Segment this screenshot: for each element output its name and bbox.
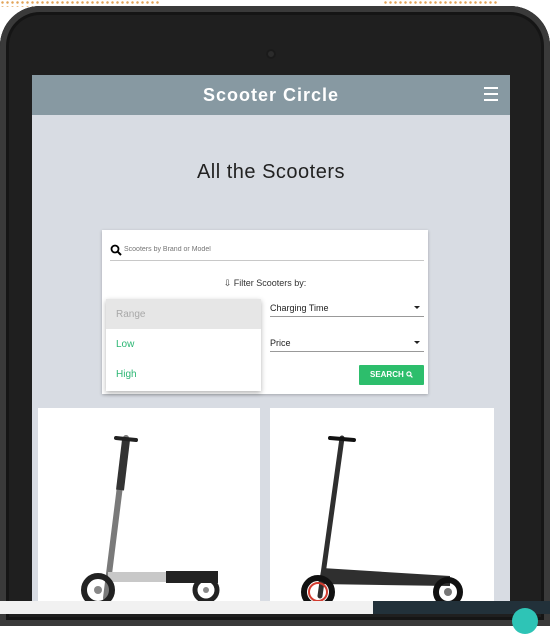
navbar: Scooter Circle bbox=[32, 75, 510, 115]
search-icon bbox=[406, 371, 413, 378]
search-button[interactable]: SEARCH bbox=[359, 365, 424, 385]
price-label: Price bbox=[270, 338, 291, 348]
scooter-image bbox=[301, 435, 463, 609]
search-input[interactable] bbox=[124, 246, 414, 253]
scooter-card[interactable] bbox=[270, 408, 494, 614]
page-title: All the Scooters bbox=[196, 161, 346, 183]
app-screen: Scooter Circle All the Scooters ⇩ Filter… bbox=[32, 75, 510, 614]
chevron-down-icon bbox=[414, 306, 420, 309]
chevron-down-icon bbox=[414, 341, 420, 344]
camera-icon bbox=[266, 49, 276, 59]
search-button-label: SEARCH bbox=[369, 370, 404, 379]
range-option-high[interactable]: High bbox=[116, 369, 137, 380]
search-row bbox=[110, 244, 424, 261]
charging-time-label: Charging Time bbox=[270, 303, 329, 313]
scooter-card[interactable] bbox=[38, 408, 260, 614]
price-select[interactable]: Price bbox=[270, 337, 424, 352]
range-dropdown[interactable]: Range Low High bbox=[106, 299, 261, 391]
brand-title[interactable]: Scooter Circle bbox=[32, 85, 510, 106]
hamburger-icon[interactable] bbox=[484, 87, 498, 101]
chat-icon[interactable] bbox=[512, 608, 538, 634]
charging-time-select[interactable]: Charging Time bbox=[270, 302, 424, 317]
range-select-label[interactable]: Range bbox=[106, 299, 261, 329]
scooter-image bbox=[81, 435, 220, 607]
search-icon bbox=[110, 244, 122, 256]
range-option-low[interactable]: Low bbox=[116, 339, 134, 350]
filter-label: ⇩ Filter Scooters by: bbox=[223, 278, 307, 288]
